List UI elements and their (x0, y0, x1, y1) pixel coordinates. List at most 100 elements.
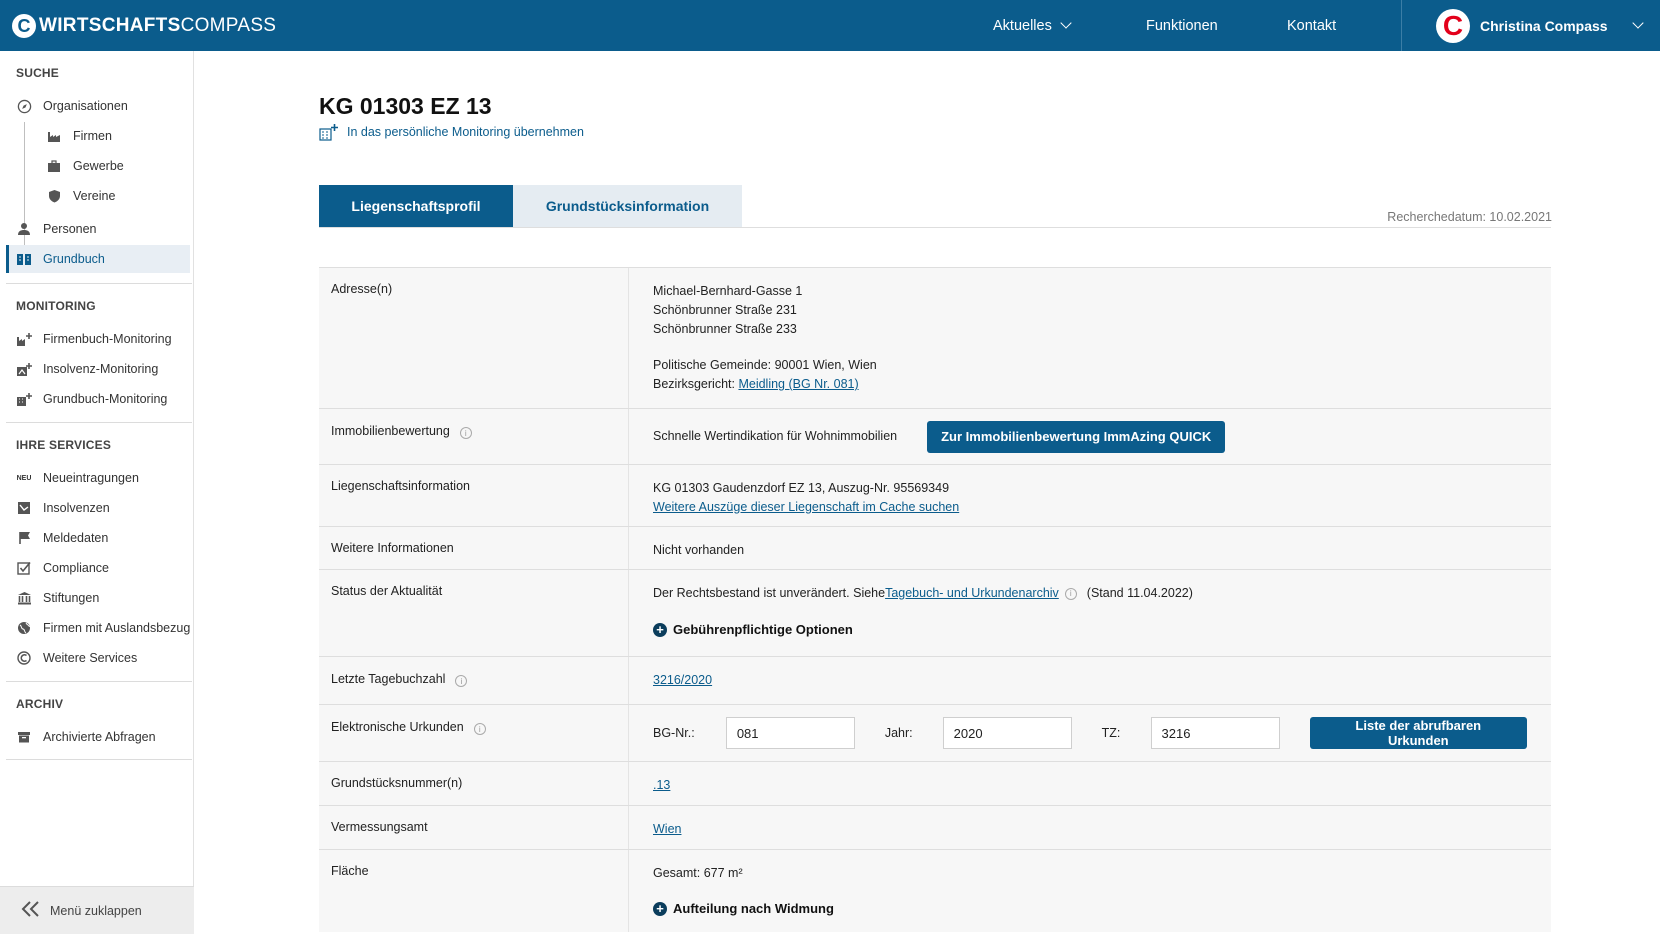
sidebar-item-gewerbe[interactable]: Gewerbe (0, 152, 194, 180)
nav-kontakt-label: Kontakt (1287, 17, 1337, 34)
sidebar-item-label: Insolvenzen (43, 501, 110, 515)
section-services: IHRE SERVICES (16, 438, 112, 452)
sidebar-item-stiftungen[interactable]: Stiftungen (0, 584, 194, 612)
nav-funktionen-label: Funktionen (1146, 17, 1218, 34)
table-row: Status der Aktualität Der Rechtsbestand … (319, 570, 1551, 657)
tab-grundstuecksinformation[interactable]: Grundstücksinformation (513, 185, 742, 227)
table-row: Elektronische Urkunden i BG-Nr.: Jahr: T… (319, 705, 1551, 762)
logo-text-light: COMPASS (180, 15, 277, 36)
sidebar-item-grundbuch[interactable]: Grundbuch (6, 245, 190, 273)
row-label: Fläche (319, 850, 629, 932)
sidebar-item-neueintragungen[interactable]: NEU Neueintragungen (0, 464, 194, 492)
zoning-split-label: Aufteilung nach Widmung (673, 901, 834, 916)
row-label: Grundstücksnummer(n) (319, 762, 629, 805)
person-icon (15, 220, 33, 238)
row-label: Elektronische Urkunden i (319, 705, 629, 761)
sidebar-item-label: Vereine (73, 189, 116, 203)
nav-funktionen[interactable]: Funktionen (1146, 0, 1218, 51)
cache-search-link[interactable]: Weitere Auszüge dieser Liegenschaft im C… (653, 500, 959, 514)
row-value: .13 (629, 762, 1551, 805)
survey-office-link[interactable]: Wien (653, 822, 681, 836)
sidebar-item-label: Firmen mit Auslandsbezug (43, 621, 191, 635)
section-archiv: ARCHIV (16, 697, 64, 711)
tab-liegenschaftsprofil[interactable]: Liegenschaftsprofil (319, 185, 513, 227)
status-text: Der Rechtsbestand ist unverändert. Siehe (653, 586, 886, 600)
year-input[interactable] (942, 717, 1072, 749)
sidebar-item-label: Insolvenz-Monitoring (43, 362, 159, 376)
building-plus-icon (319, 123, 339, 141)
building-plus-icon (15, 390, 33, 408)
factory-plus-icon (15, 330, 33, 348)
briefcase-icon (45, 157, 63, 175)
book-icon (15, 250, 33, 268)
district-court-link[interactable]: Meidling (BG Nr. 081) (738, 377, 858, 391)
sidebar-item-label: Compliance (43, 561, 110, 575)
user-menu[interactable]: C Christina Compass (1401, 0, 1660, 51)
sidebar-item-personen[interactable]: Personen (0, 215, 194, 243)
page-title: KG 01303 EZ 13 (319, 93, 492, 119)
sidebar-item-archivierte-abfragen[interactable]: Archivierte Abfragen (0, 723, 194, 751)
table-row: Immobilienbewertung i Schnelle Wertindik… (319, 409, 1551, 465)
nav-kontakt[interactable]: Kontakt (1287, 0, 1336, 51)
nav-aktuelles[interactable]: Aktuelles (993, 0, 1072, 51)
area-total: Gesamt: 677 m² (653, 866, 743, 880)
document-list-button[interactable]: Liste der abrufbaren Urkunden (1309, 717, 1528, 749)
sidebar-item-vereine[interactable]: Vereine (0, 182, 194, 210)
info-icon[interactable]: i (455, 675, 468, 687)
sidebar-item-label: Weitere Services (43, 651, 138, 665)
tz-input[interactable] (1150, 717, 1280, 749)
app-logo[interactable]: C WIRTSCHAFTSCOMPASS (12, 12, 276, 40)
row-label-text: Immobilienbewertung (331, 424, 450, 438)
bg-number-input[interactable] (725, 717, 855, 749)
sidebar-item-insolvenzen[interactable]: Insolvenzen (0, 494, 194, 522)
plus-circle-icon: + (653, 901, 667, 916)
section-monitoring: MONITORING (16, 299, 96, 313)
journal-number-link[interactable]: 3216/2020 (653, 673, 712, 687)
row-value: Wien (629, 806, 1551, 849)
sidebar-item-label: Meldedaten (43, 531, 109, 545)
sidebar-item-insolvenz-monitoring[interactable]: Insolvenz-Monitoring (0, 355, 194, 383)
sidebar-item-compliance[interactable]: Compliance (0, 554, 194, 582)
sidebar-item-grundbuch-monitoring[interactable]: Grundbuch-Monitoring (0, 385, 194, 413)
row-label: Weitere Informationen (319, 527, 629, 569)
row-value: Der Rechtsbestand ist unverändert. Siehe… (629, 570, 1551, 656)
info-icon[interactable]: i (459, 427, 472, 439)
sidebar-item-firmen[interactable]: Firmen (0, 122, 194, 150)
plot-number-link[interactable]: .13 (653, 778, 670, 792)
user-name: Christina Compass (1480, 17, 1608, 34)
sidebar-item-auslandsbezug[interactable]: Firmen mit Auslandsbezug (0, 614, 194, 642)
valuation-text: Schnelle Wertindikation für Wohnimmobili… (653, 429, 898, 443)
chevron-down-icon (1631, 17, 1644, 29)
archive-link[interactable]: Tagebuch- und Urkundenarchiv (885, 584, 1059, 603)
sidebar-item-label: Neueintragungen (43, 471, 139, 485)
row-label: Vermessungsamt (319, 806, 629, 849)
sidebar-item-organisationen[interactable]: Organisationen (0, 92, 194, 120)
section-suche: SUCHE (16, 66, 60, 80)
table-row: Weitere Informationen Nicht vorhanden (319, 527, 1551, 570)
institution-icon (15, 589, 33, 607)
row-value: Gesamt: 677 m² + Aufteilung nach Widmung (629, 850, 1551, 932)
info-icon[interactable]: i (473, 723, 486, 735)
insolvency-plus-icon (15, 360, 33, 378)
collapse-menu-button[interactable]: Menü zuklappen (0, 886, 194, 934)
status-date: (Stand 11.04.2022) (1086, 586, 1193, 600)
divider (6, 422, 192, 423)
globe-icon (15, 619, 33, 637)
shield-icon (45, 187, 63, 205)
row-label: Liegenschaftsinformation (319, 465, 629, 526)
sidebar-item-label: Firmen (73, 129, 112, 143)
add-to-monitoring-link[interactable]: In das persönliche Monitoring übernehmen (319, 123, 584, 141)
row-label: Adresse(n) (319, 268, 629, 408)
main-content: KG 01303 EZ 13 In das persönliche Monito… (194, 51, 1660, 934)
sidebar-item-weitere-services[interactable]: Weitere Services (0, 644, 194, 672)
info-icon[interactable]: i (1064, 587, 1077, 600)
municipality: Politische Gemeinde: 90001 Wien, Wien (653, 358, 877, 372)
compass-logo-icon (15, 649, 33, 667)
paid-options-toggle[interactable]: + Gebührenpflichtige Optionen (653, 620, 1527, 639)
zoning-split-toggle[interactable]: + Aufteilung nach Widmung (653, 899, 1527, 918)
table-row: Grundstücksnummer(n) .13 (319, 762, 1551, 806)
divider (6, 759, 192, 760)
valuation-button[interactable]: Zur Immobilienbewertung ImmAzing QUICK (927, 420, 1226, 453)
sidebar-item-firmenbuch-monitoring[interactable]: Firmenbuch-Monitoring (0, 325, 194, 353)
sidebar-item-meldedaten[interactable]: Meldedaten (0, 524, 194, 552)
